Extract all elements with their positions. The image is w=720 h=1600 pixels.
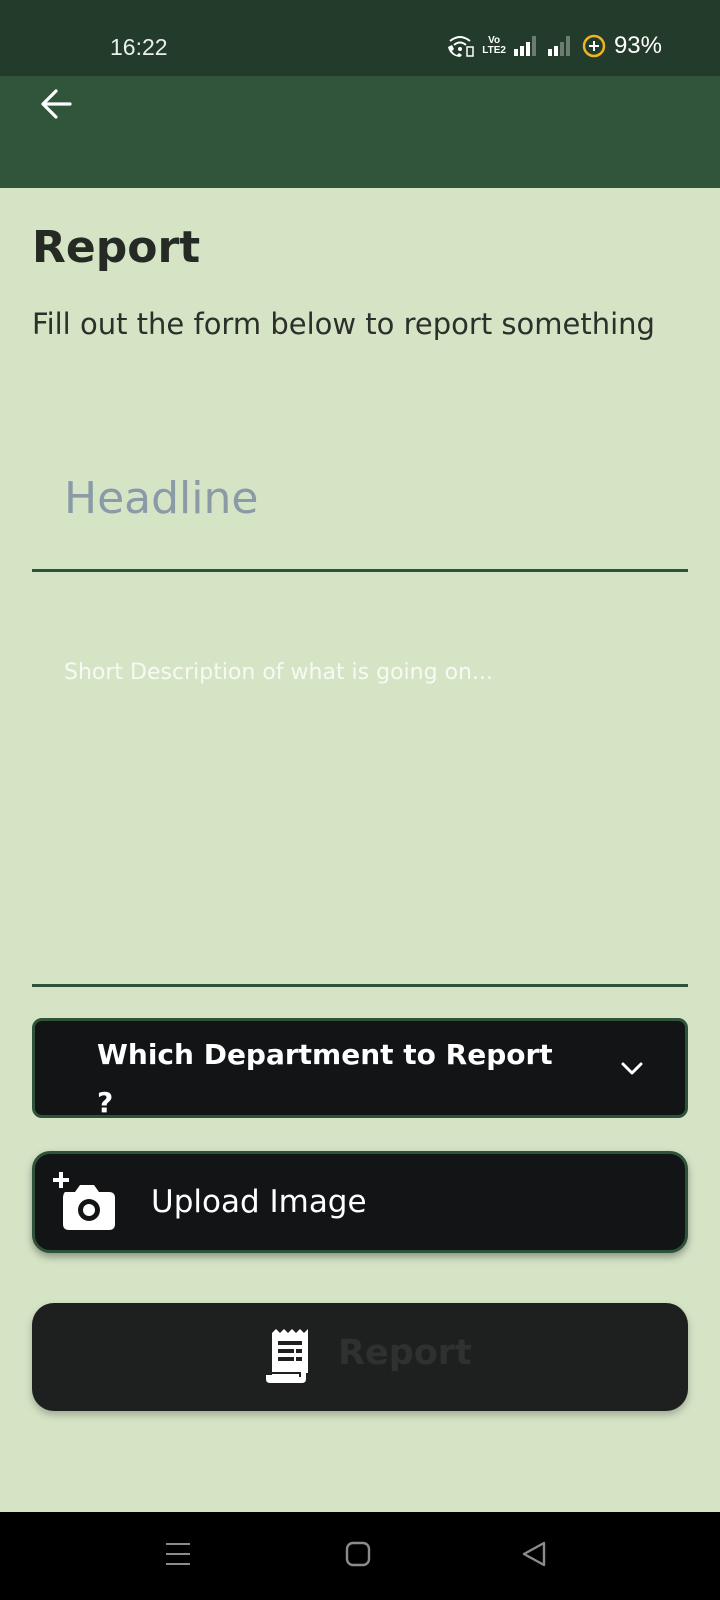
signal-icon [547,36,574,56]
report-button-label: Report [338,1333,472,1373]
description-field [32,600,688,987]
headline-input[interactable] [64,468,664,528]
status-time: 16:22 [110,34,168,60]
headline-field [32,450,688,572]
recents-button[interactable] [158,1536,198,1576]
back-button[interactable] [34,84,78,128]
chevron-down-icon [619,1055,645,1085]
recents-icon [164,1540,192,1572]
battery-saver-icon [582,34,606,58]
system-nav-bar [0,1512,720,1600]
department-dropdown[interactable]: Which Department to Report ? [32,1018,688,1118]
app-bar [0,76,720,188]
back-icon [520,1540,548,1572]
volte-icon: Vo LTE2 [482,36,506,56]
add-photo-icon [53,1170,117,1238]
page-title: Report [32,222,201,273]
status-icons: Vo LTE2 93% [446,30,662,62]
battery-percentage: 93% [613,32,662,59]
upload-image-label: Upload Image [151,1184,367,1220]
home-icon [344,1540,372,1572]
department-label: Which Department to Report ? [97,1038,553,1118]
arrow-left-icon [38,86,74,126]
status-bar: 16:22 Vo LTE2 93% [0,0,720,76]
volte-bottom-label: LTE2 [482,45,506,56]
description-input[interactable] [64,660,664,950]
page-subtitle: Fill out the form below to report someth… [32,307,655,341]
wifi-calling-icon [446,35,474,57]
home-button[interactable] [338,1536,378,1576]
report-button[interactable]: Report [32,1303,688,1411]
nav-back-button[interactable] [514,1536,554,1576]
signal-icon [513,36,540,56]
upload-image-button[interactable]: Upload Image [32,1151,688,1253]
receipt-icon [266,1329,312,1387]
